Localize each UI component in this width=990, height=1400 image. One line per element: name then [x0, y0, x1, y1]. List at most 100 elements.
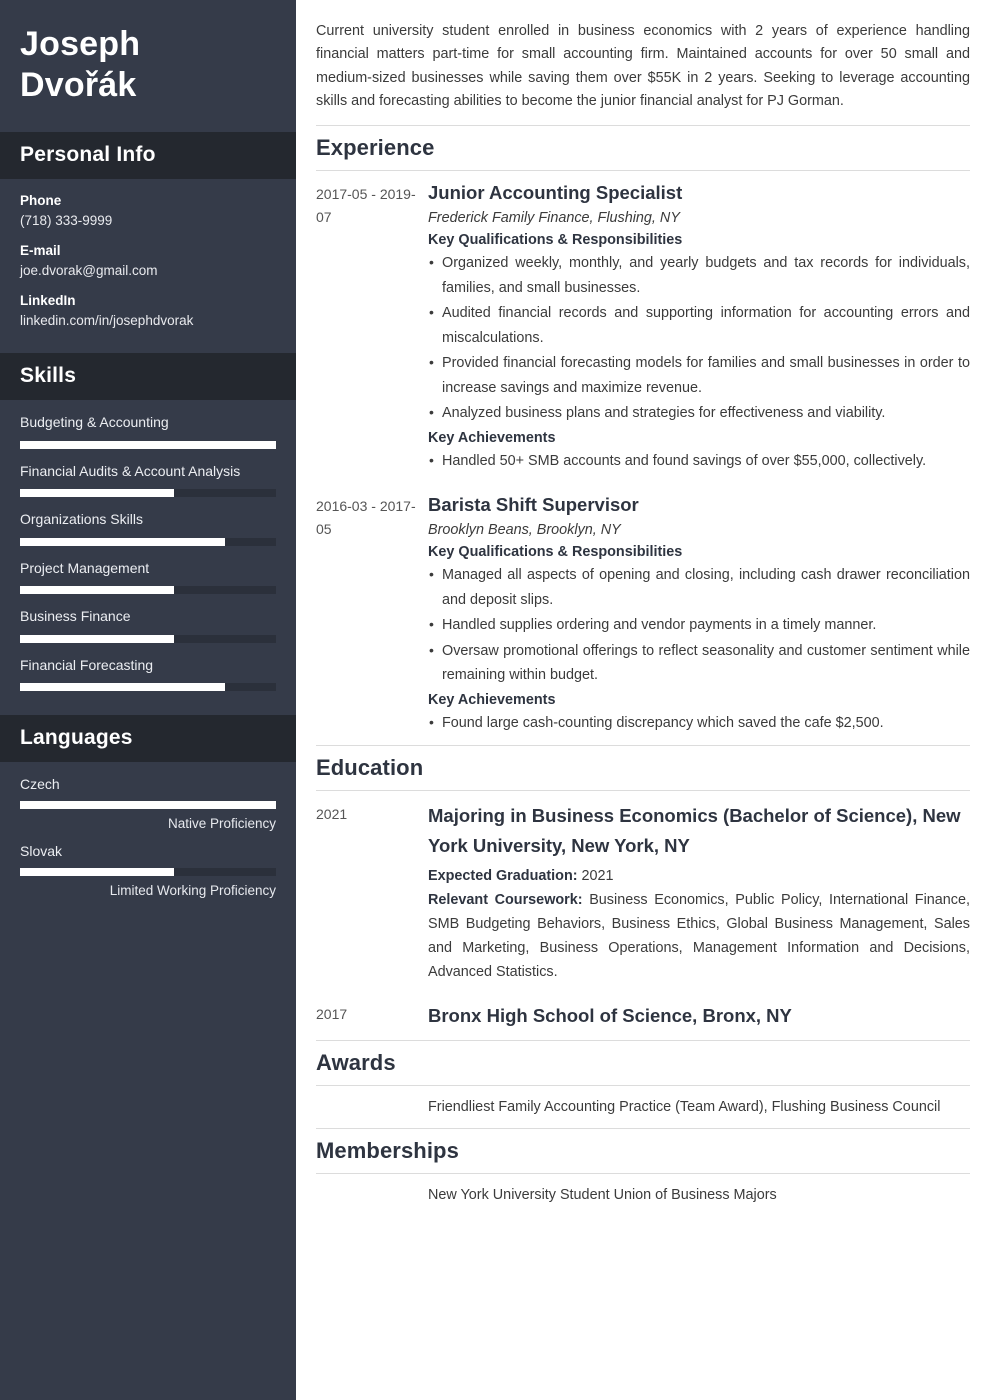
achievements-heading: Key Achievements [428, 429, 556, 446]
job-organization: Brooklyn Beans, Brooklyn, NY [428, 522, 621, 539]
resume-page: Joseph Dvořák Personal Info Phone (718) … [0, 0, 990, 1400]
list-item: Analyzed business plans and strategies f… [428, 401, 970, 425]
skill-row: Financial Forecasting [20, 657, 276, 692]
skill-bar-track [20, 440, 276, 449]
experience-date: 2016-03 - 2017-05 [316, 498, 416, 537]
experience-body: Junior Accounting Specialist Frederick F… [428, 181, 970, 477]
language-bar-fill [20, 801, 276, 810]
section-title-experience: Experience [316, 135, 435, 161]
coursework-label: Relevant Coursework: [428, 891, 583, 908]
skill-bar-track [20, 537, 276, 546]
contact-label-phone: Phone [20, 192, 62, 208]
list-item: Handled supplies ordering and vendor pay… [428, 613, 970, 637]
languages-body: Czech Native Proficiency Slovak Limited … [0, 762, 296, 920]
expected-graduation-line: Expected Graduation: 2021 [428, 865, 970, 889]
contact-item-phone: Phone (718) 333-9999 [20, 193, 276, 230]
skill-label: Budgeting & Accounting [20, 414, 169, 431]
qualifications-list: Managed all aspects of opening and closi… [428, 563, 970, 687]
candidate-first-name: Joseph [20, 25, 141, 63]
skill-bar-track [20, 634, 276, 643]
language-bar-track [20, 801, 276, 810]
job-title: Barista Shift Supervisor [428, 494, 639, 516]
list-item: Provided financial forecasting models fo… [428, 351, 970, 400]
contact-value-linkedin[interactable]: linkedin.com/in/josephdvorak [20, 312, 276, 330]
skill-bar-track [20, 489, 276, 498]
language-proficiency: Native Proficiency [167, 816, 276, 832]
skill-bar-track [20, 683, 276, 692]
contact-value-phone[interactable]: (718) 333-9999 [20, 212, 276, 230]
achievements-list: Handled 50+ SMB accounts and found savin… [428, 449, 970, 473]
sidebar: Joseph Dvořák Personal Info Phone (718) … [0, 0, 296, 1400]
main-content: Current university student enrolled in b… [296, 0, 990, 1400]
award-entry: Friendliest Family Accounting Practice (… [316, 1086, 970, 1127]
qualifications-heading: Key Qualifications & Responsibilities [428, 232, 683, 249]
expected-graduation-value: 2021 [581, 867, 614, 884]
professional-summary: Current university student enrolled in b… [316, 23, 970, 109]
skill-row: Budgeting & Accounting [20, 414, 276, 449]
membership-entry: New York University Student Union of Bus… [316, 1174, 970, 1215]
list-item: Handled 50+ SMB accounts and found savin… [428, 449, 970, 473]
education-title: Majoring in Business Economics (Bachelor… [428, 805, 961, 856]
sidebar-section-header-personal-info: Personal Info [0, 131, 296, 179]
list-item: Organized weekly, monthly, and yearly bu… [428, 251, 970, 300]
skill-row: Project Management [20, 560, 276, 595]
skill-bar-track [20, 586, 276, 595]
education-title: Bronx High School of Science, Bronx, NY [428, 1004, 792, 1026]
award-date-spacer [316, 1096, 428, 1119]
personal-info-heading: Personal Info [20, 142, 156, 166]
language-bar-track [20, 868, 276, 877]
skill-bar-fill [20, 683, 225, 692]
section-title-education: Education [316, 755, 424, 781]
qualifications-list: Organized weekly, monthly, and yearly bu… [428, 251, 970, 425]
coursework-line: Relevant Coursework: Business Economics,… [428, 889, 970, 985]
job-organization: Frederick Family Finance, Flushing, NY [428, 210, 680, 227]
personal-info-body: Phone (718) 333-9999 E-mail joe.dvorak@g… [0, 179, 296, 354]
skill-label: Organizations Skills [20, 511, 143, 528]
award-text: Friendliest Family Accounting Practice (… [428, 1099, 941, 1116]
experience-entry: 2017-05 - 2019-07 Junior Accounting Spec… [316, 171, 970, 483]
language-label: Slovak [20, 843, 63, 860]
achievements-list: Found large cash-counting discrepancy wh… [428, 711, 970, 735]
skill-bar-fill [20, 586, 174, 595]
language-label: Czech [20, 776, 60, 793]
skills-heading: Skills [20, 364, 77, 388]
membership-text: New York University Student Union of Bus… [428, 1186, 777, 1203]
education-date: 2017 [316, 1005, 348, 1022]
language-row: Slovak Limited Working Proficiency [20, 843, 276, 898]
list-item: Audited financial records and supporting… [428, 301, 970, 350]
skill-bar-fill [20, 537, 225, 546]
skill-label: Financial Forecasting [20, 656, 154, 673]
education-date: 2021 [316, 806, 348, 823]
language-row: Czech Native Proficiency [20, 776, 276, 831]
education-entry: 2021 Majoring in Business Economics (Bac… [316, 791, 970, 990]
list-item: Managed all aspects of opening and closi… [428, 563, 970, 612]
list-item: Oversaw promotional offerings to reflect… [428, 639, 970, 688]
language-proficiency: Limited Working Proficiency [109, 883, 276, 899]
membership-date-spacer [316, 1184, 428, 1207]
language-bar-fill [20, 868, 174, 877]
skill-label: Financial Audits & Account Analysis [20, 462, 241, 479]
experience-date: 2017-05 - 2019-07 [316, 186, 416, 225]
section-title-memberships: Memberships [316, 1137, 459, 1163]
skill-label: Project Management [20, 559, 150, 576]
contact-item-email: E-mail joe.dvorak@gmail.com [20, 243, 276, 280]
list-item: Found large cash-counting discrepancy wh… [428, 711, 970, 735]
skill-row: Organizations Skills [20, 511, 276, 546]
sidebar-section-header-skills: Skills [0, 353, 296, 401]
education-entry: 2017 Bronx High School of Science, Bronx… [316, 991, 970, 1041]
qualifications-heading: Key Qualifications & Responsibilities [428, 544, 683, 561]
contact-value-email[interactable]: joe.dvorak@gmail.com [20, 262, 276, 280]
job-title: Junior Accounting Specialist [428, 182, 683, 204]
section-title-awards: Awards [316, 1050, 396, 1076]
skill-row: Business Finance [20, 608, 276, 643]
sidebar-section-header-languages: Languages [0, 715, 296, 763]
languages-heading: Languages [20, 726, 133, 750]
experience-body: Barista Shift Supervisor Brooklyn Beans,… [428, 493, 970, 739]
education-body: Bronx High School of Science, Bronx, NY [428, 1001, 970, 1035]
education-body: Majoring in Business Economics (Bachelor… [428, 801, 970, 984]
experience-entry: 2016-03 - 2017-05 Barista Shift Supervis… [316, 483, 970, 745]
candidate-last-name: Dvořák [20, 65, 137, 104]
skill-bar-fill [20, 440, 276, 449]
skill-label: Business Finance [20, 608, 131, 625]
expected-graduation-label: Expected Graduation: [428, 867, 578, 884]
